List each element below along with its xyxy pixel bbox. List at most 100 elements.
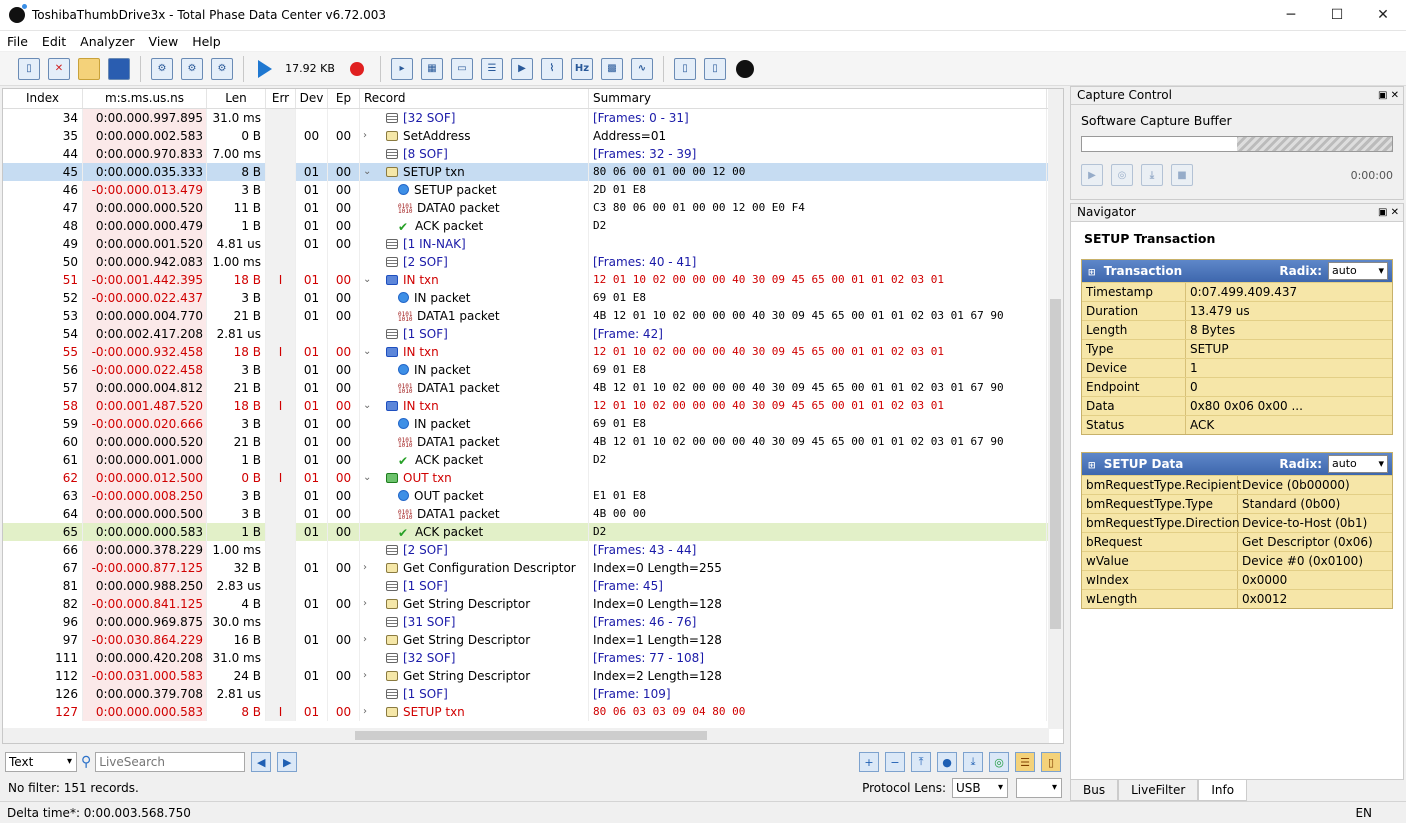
save-icon[interactable]: [108, 57, 130, 80]
table-row[interactable]: 127 0:00.000.000.583 8 B I 01 00 › SETUP txn 80 …: [3, 703, 1049, 721]
table-row[interactable]: 53 0:00.000.004.770 21 B 01 00 0101 1010 DATA1 …: [3, 307, 1049, 325]
table-row[interactable]: 82 -0:00.000.841.125 4 B 01 00 › Get String De…: [3, 595, 1049, 613]
header-record[interactable]: Record: [360, 89, 589, 108]
header-dev[interactable]: Dev: [296, 89, 328, 108]
collapse-chevron-icon[interactable]: ⌄: [363, 469, 371, 487]
table-row[interactable]: 46 -0:00.000.013.479 3 B 01 00 SETUP packet 2D…: [3, 181, 1049, 199]
property-row[interactable]: bmRequestType.Direction Device-to-Host (0…: [1082, 513, 1392, 532]
bookmark-icon[interactable]: ●: [937, 752, 957, 772]
menu-analyzer[interactable]: Analyzer: [73, 34, 141, 49]
header-summary[interactable]: Summary: [589, 89, 1047, 108]
property-row[interactable]: Timestamp 0:07.499.409.437: [1082, 282, 1392, 301]
lens-options-select[interactable]: [1016, 778, 1062, 798]
table-row[interactable]: 34 0:00.000.997.895 31.0 ms [32 SOF] [Frames…: [3, 109, 1049, 127]
property-row[interactable]: Duration 13.479 us: [1082, 301, 1392, 320]
hz-view-icon[interactable]: Hz: [571, 57, 593, 80]
config-icon[interactable]: ⚙: [211, 57, 233, 80]
note-icon[interactable]: ▯: [1041, 752, 1061, 772]
device-icon[interactable]: ⚙: [151, 57, 173, 80]
table-row[interactable]: 47 0:00.000.000.520 11 B 01 00 0101 1010 DATA0 …: [3, 199, 1049, 217]
table-row[interactable]: 111 0:00.000.420.208 31.0 ms [32 SOF] [Frame…: [3, 649, 1049, 667]
menu-help[interactable]: Help: [185, 34, 228, 49]
header-timestamp[interactable]: m:s.ms.us.ns: [83, 89, 207, 108]
header-len[interactable]: Len: [207, 89, 266, 108]
vertical-scrollbar[interactable]: [1048, 89, 1063, 729]
property-row[interactable]: bmRequestType.Type Standard (0b00): [1082, 494, 1392, 513]
about-icon[interactable]: [736, 59, 754, 78]
view-mode-select[interactable]: Text: [5, 752, 77, 772]
minimize-button[interactable]: ─: [1268, 0, 1314, 31]
property-row[interactable]: wIndex 0x0000: [1082, 570, 1392, 589]
table-row[interactable]: 62 0:00.000.012.500 0 B I 01 00 ⌄ OUT txn: [3, 469, 1049, 487]
radix-select[interactable]: auto: [1328, 262, 1388, 280]
capture-trigger-icon[interactable]: ◎: [1111, 164, 1133, 186]
search-prev-icon[interactable]: ◀: [251, 752, 272, 772]
collapse-chevron-icon[interactable]: ⌄: [363, 271, 371, 289]
close-button[interactable]: ✕: [1360, 0, 1406, 31]
target-icon[interactable]: ◎: [989, 752, 1009, 772]
transaction-section-header[interactable]: ⊞ Transaction Radix: auto: [1082, 260, 1392, 282]
vertical-scroll-thumb[interactable]: [1050, 299, 1061, 629]
property-row[interactable]: Device 1: [1082, 358, 1392, 377]
tab-bus[interactable]: Bus: [1070, 780, 1119, 801]
capture-download-icon[interactable]: ⤓: [1141, 164, 1163, 186]
capture-stop-icon[interactable]: ■: [1171, 164, 1193, 186]
expand-chevron-icon[interactable]: ›: [363, 703, 367, 721]
collapse-chevron-icon[interactable]: ⌄: [363, 397, 371, 415]
close-file-icon[interactable]: ✕: [48, 57, 70, 80]
table-row[interactable]: 96 0:00.000.969.875 30.0 ms [31 SOF] [Frames…: [3, 613, 1049, 631]
table-row[interactable]: 45 0:00.000.035.333 8 B 01 00 ⌄ SETUP txn 80 06…: [3, 163, 1049, 181]
property-row[interactable]: bRequest Get Descriptor (0x06): [1082, 532, 1392, 551]
start-capture-icon[interactable]: [258, 59, 272, 78]
graph-view-icon[interactable]: ⌇: [541, 57, 563, 80]
protocol-lens-select[interactable]: USB: [952, 778, 1008, 798]
settings-icon[interactable]: ⚙: [181, 57, 203, 80]
table-row[interactable]: 35 0:00.000.002.583 0 B 00 00 › SetAddress Addr…: [3, 127, 1049, 145]
expand-chevron-icon[interactable]: ›: [363, 127, 367, 145]
playback-view-icon[interactable]: ▶: [511, 57, 533, 80]
live-search-input[interactable]: [95, 752, 246, 772]
table-row[interactable]: 65 0:00.000.000.583 1 B 01 00 ✔ ACK packet D2: [3, 523, 1049, 541]
expand-chevron-icon[interactable]: ›: [363, 631, 367, 649]
table-row[interactable]: 48 0:00.000.000.479 1 B 01 00 ✔ ACK packet D2: [3, 217, 1049, 235]
table-row[interactable]: 81 0:00.000.988.250 2.83 us [1 SOF] [Frame: …: [3, 577, 1049, 595]
header-index[interactable]: Index: [3, 89, 83, 108]
tab-info[interactable]: Info: [1198, 780, 1248, 801]
table-row[interactable]: 55 -0:00.000.932.458 18 B I 01 00 ⌄ IN txn 12 01…: [3, 343, 1049, 361]
collapse-icon[interactable]: ⊞: [1088, 461, 1096, 471]
waveform-view-icon[interactable]: ∿: [631, 57, 653, 80]
property-row[interactable]: Status ACK: [1082, 415, 1392, 434]
property-row[interactable]: Type SETUP: [1082, 339, 1392, 358]
window-view-icon[interactable]: ▭: [451, 57, 473, 80]
table-row[interactable]: 112 -0:00.031.000.583 24 B 01 00 › Get String …: [3, 667, 1049, 685]
grid-view-icon[interactable]: ▩: [601, 57, 623, 80]
maximize-button[interactable]: ☐: [1314, 0, 1360, 31]
collapse-all-icon[interactable]: −: [885, 752, 905, 772]
tab-livefilter[interactable]: LiveFilter: [1118, 780, 1199, 801]
collapse-chevron-icon[interactable]: ⌄: [363, 343, 371, 361]
bookmark-last-icon[interactable]: ⤓: [963, 752, 983, 772]
table-row[interactable]: 52 -0:00.000.022.437 3 B 01 00 IN packet 69 01…: [3, 289, 1049, 307]
terminal-view-icon[interactable]: ▸: [391, 57, 413, 80]
table-row[interactable]: 51 -0:00.001.442.395 18 B I 01 00 ⌄ IN txn 12 01…: [3, 271, 1049, 289]
expand-chevron-icon[interactable]: ›: [363, 559, 367, 577]
expand-chevron-icon[interactable]: ›: [363, 667, 367, 685]
property-row[interactable]: Endpoint 0: [1082, 377, 1392, 396]
menu-file[interactable]: File: [0, 34, 35, 49]
property-row[interactable]: bmRequestType.Recipient Device (0b00000): [1082, 475, 1392, 494]
table-row[interactable]: 66 0:00.000.378.229 1.00 ms [2 SOF] [Frames:…: [3, 541, 1049, 559]
header-ep[interactable]: Ep: [328, 89, 360, 108]
bookmark-first-icon[interactable]: ⤒: [911, 752, 931, 772]
record-icon[interactable]: [350, 61, 364, 76]
menu-edit[interactable]: Edit: [35, 34, 73, 49]
table-row[interactable]: 58 0:00.001.487.520 18 B I 01 00 ⌄ IN txn 12 01 …: [3, 397, 1049, 415]
table-view-icon[interactable]: ▦: [421, 57, 443, 80]
table-row[interactable]: 44 0:00.000.970.833 7.00 ms [8 SOF] [Frames:…: [3, 145, 1049, 163]
header-err[interactable]: Err: [266, 89, 296, 108]
table-row[interactable]: 61 0:00.000.001.000 1 B 01 00 ✔ ACK packet D2: [3, 451, 1049, 469]
table-row[interactable]: 49 0:00.000.001.520 4.81 us 01 00 [1 IN-NAK]: [3, 235, 1049, 253]
expand-all-icon[interactable]: +: [859, 752, 879, 772]
new-file-icon[interactable]: ▯: [18, 57, 40, 80]
menu-view[interactable]: View: [142, 34, 186, 49]
table-row[interactable]: 97 -0:00.030.864.229 16 B 01 00 › Get String D…: [3, 631, 1049, 649]
